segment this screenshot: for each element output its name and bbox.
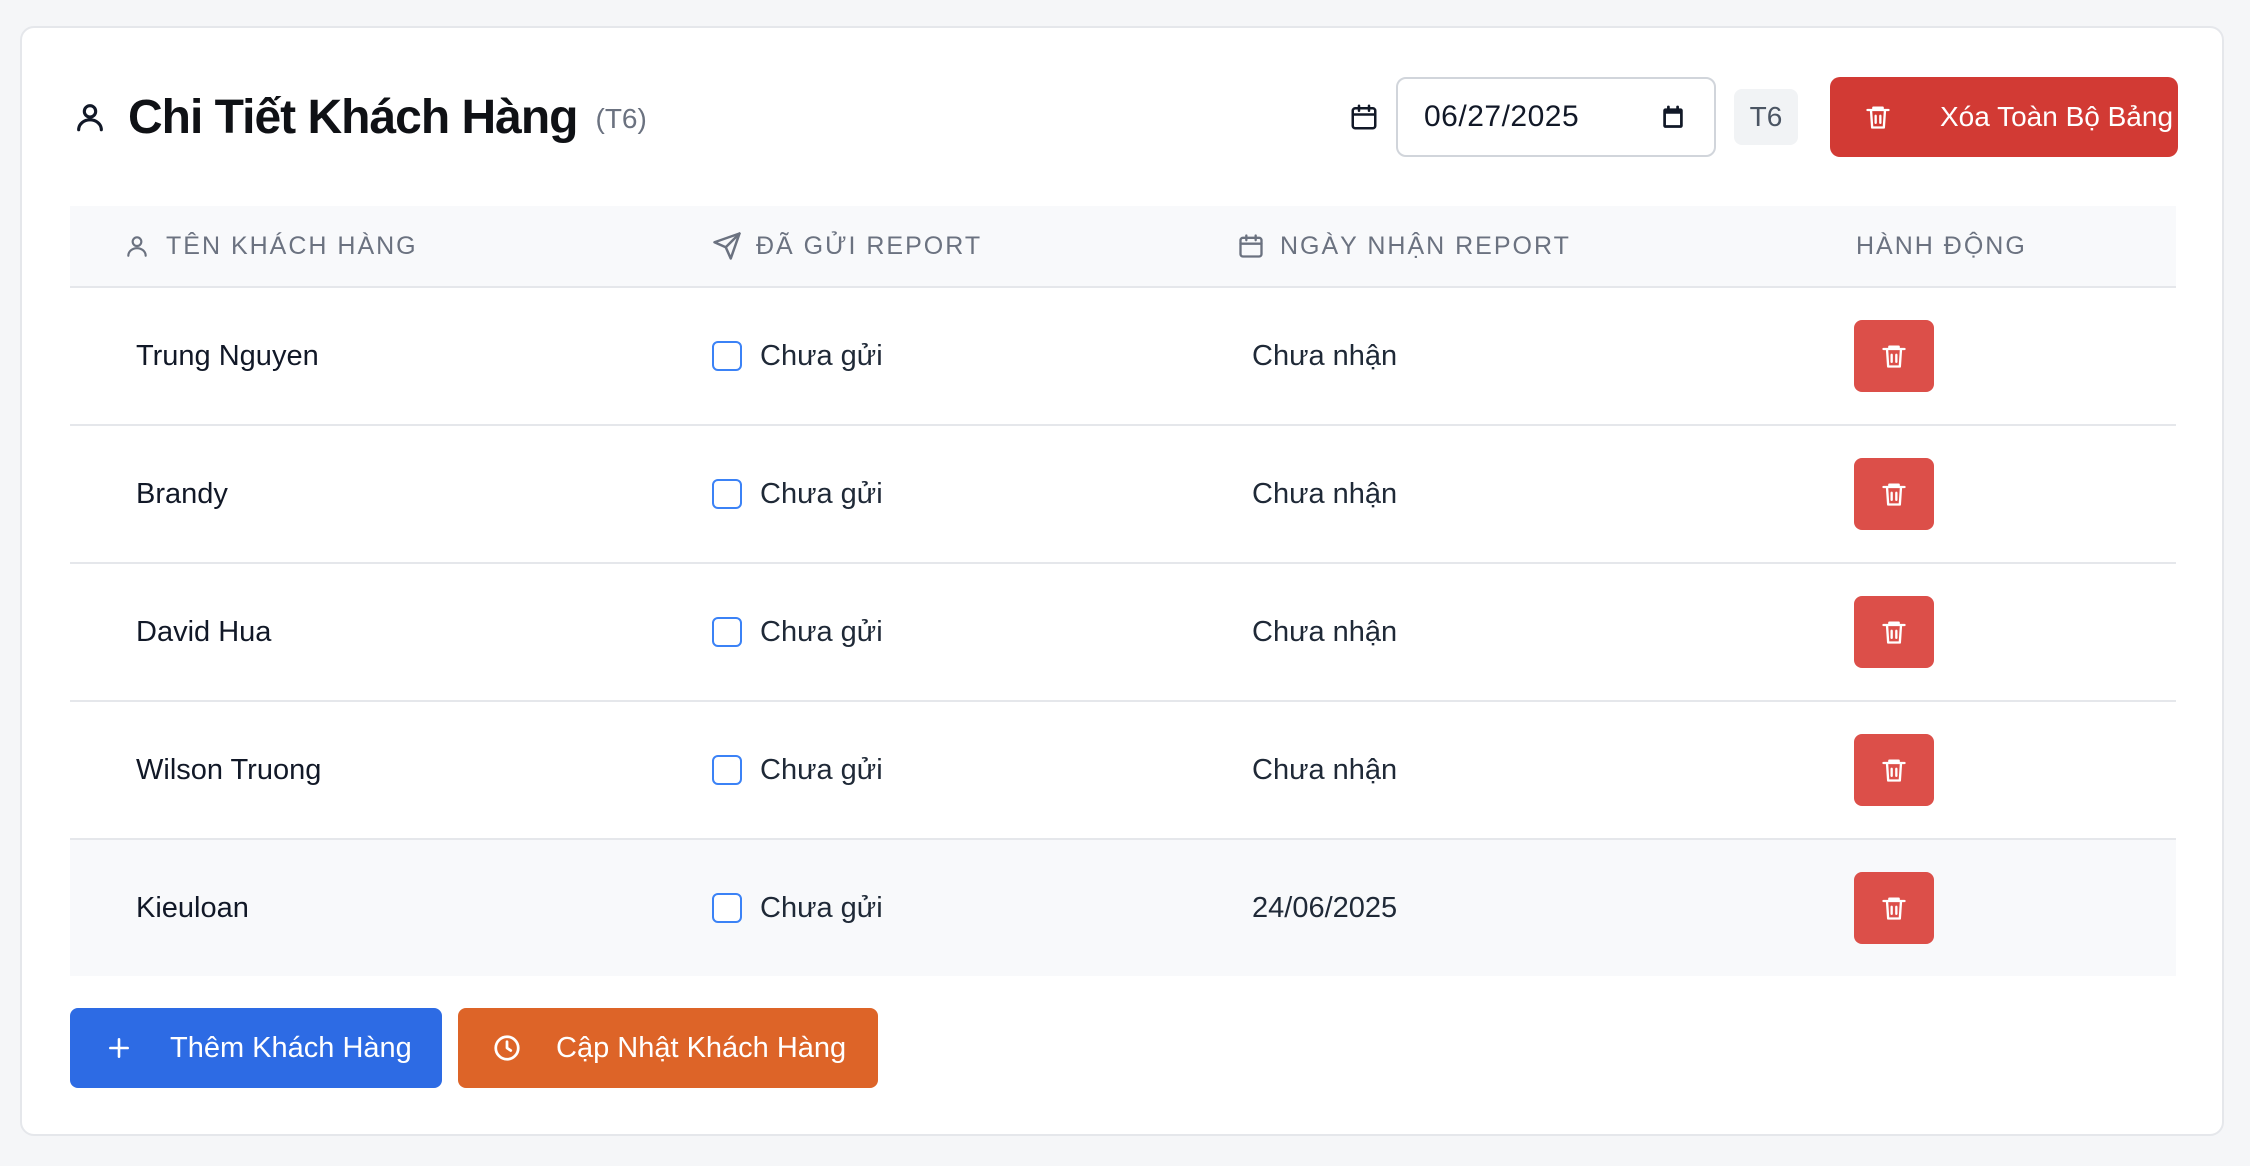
- trash-icon: [1882, 621, 1906, 644]
- sent-checkbox[interactable]: [712, 479, 742, 509]
- add-customer-button[interactable]: Thêm Khách Hàng: [70, 1008, 442, 1088]
- footer-actions: Thêm Khách Hàng Cập Nhật Khách Hàng: [70, 1008, 878, 1088]
- customer-detail-card: Chi Tiết Khách Hàng (T6) 06/27/2025 T6 X…: [20, 26, 2224, 1136]
- column-header-actions: HÀNH ĐỘNG: [1856, 232, 2027, 261]
- column-header-actions-label: HÀNH ĐỘNG: [1856, 231, 2027, 260]
- column-header-sent: ĐÃ GỬI REPORT: [712, 231, 982, 261]
- table-row: Brandy Chưa gửi Chưa nhận: [70, 426, 2176, 564]
- date-value: 06/27/2025: [1424, 100, 1580, 133]
- column-header-received-label: NGÀY NHẬN REPORT: [1280, 231, 1571, 260]
- trash-icon: [1862, 101, 1894, 133]
- send-icon: [712, 231, 742, 261]
- sent-status-label: Chưa gửi: [760, 615, 883, 648]
- sent-status: Chưa gửi: [712, 892, 883, 925]
- table-row: David Hua Chưa gửi Chưa nhận: [70, 564, 2176, 702]
- sent-checkbox[interactable]: [712, 617, 742, 647]
- user-icon: [122, 231, 152, 261]
- customer-name: Brandy: [136, 477, 228, 510]
- page-title: Chi Tiết Khách Hàng: [128, 90, 578, 144]
- column-header-received: NGÀY NHẬN REPORT: [1236, 231, 1571, 261]
- trash-icon: [1882, 897, 1906, 920]
- delete-row-button[interactable]: [1854, 872, 1934, 944]
- delete-row-button[interactable]: [1854, 320, 1934, 392]
- delete-row-button[interactable]: [1854, 734, 1934, 806]
- page-subtitle: (T6): [595, 103, 647, 134]
- customer-name: Kieuloan: [136, 891, 249, 924]
- sent-checkbox[interactable]: [712, 893, 742, 923]
- received-date: Chưa nhận: [1252, 753, 1398, 786]
- clock-icon: [490, 1031, 524, 1065]
- sent-checkbox[interactable]: [712, 755, 742, 785]
- trash-icon: [1882, 345, 1906, 368]
- customer-name: Trung Nguyen: [136, 339, 319, 372]
- table-row: Wilson Truong Chưa gửi Chưa nhận: [70, 702, 2176, 840]
- sent-status-label: Chưa gửi: [760, 891, 883, 924]
- customer-table: TÊN KHÁCH HÀNG ĐÃ GỬI REPORT NGÀY NHẬN R…: [70, 206, 2176, 976]
- received-date: Chưa nhận: [1252, 615, 1398, 648]
- trash-icon: [1882, 759, 1906, 782]
- calendar-icon: [1236, 231, 1266, 261]
- calendar-icon: [1346, 99, 1382, 135]
- customer-name: Wilson Truong: [136, 753, 322, 786]
- delete-row-button[interactable]: [1854, 596, 1934, 668]
- sent-status: Chưa gửi: [712, 340, 883, 373]
- add-customer-label: Thêm Khách Hàng: [170, 1031, 412, 1064]
- table-row: Kieuloan Chưa gửi 24/06/2025: [70, 840, 2176, 976]
- column-header-name: TÊN KHÁCH HÀNG: [122, 231, 418, 261]
- table-row: Trung Nguyen Chưa gửi Chưa nhận: [70, 288, 2176, 426]
- sent-status: Chưa gửi: [712, 754, 883, 787]
- user-icon: [70, 97, 110, 137]
- received-date: 24/06/2025: [1252, 891, 1398, 924]
- sent-status: Chưa gửi: [712, 616, 883, 649]
- date-picker-icon[interactable]: [1658, 102, 1688, 132]
- column-header-name-label: TÊN KHÁCH HÀNG: [166, 231, 418, 260]
- customer-name: David Hua: [136, 615, 272, 648]
- table-header: TÊN KHÁCH HÀNG ĐÃ GỬI REPORT NGÀY NHẬN R…: [70, 206, 2176, 288]
- plus-icon: [104, 1033, 134, 1063]
- header-controls: 06/27/2025 T6 Xóa Toàn Bộ Bảng: [1346, 76, 2178, 158]
- period-badge: T6: [1734, 89, 1798, 145]
- date-input[interactable]: 06/27/2025: [1396, 77, 1716, 157]
- sent-status-label: Chưa gửi: [760, 753, 883, 786]
- trash-icon: [1882, 483, 1906, 506]
- sent-status-label: Chưa gửi: [760, 477, 883, 510]
- update-customer-button[interactable]: Cập Nhật Khách Hàng: [458, 1008, 878, 1088]
- delete-row-button[interactable]: [1854, 458, 1934, 530]
- sent-status-label: Chưa gửi: [760, 339, 883, 372]
- clear-all-label: Xóa Toàn Bộ Bảng: [1940, 101, 2174, 132]
- received-date: Chưa nhận: [1252, 477, 1398, 510]
- update-customer-label: Cập Nhật Khách Hàng: [556, 1031, 847, 1064]
- received-date: Chưa nhận: [1252, 339, 1398, 372]
- sent-checkbox[interactable]: [712, 341, 742, 371]
- clear-all-button[interactable]: Xóa Toàn Bộ Bảng: [1830, 77, 2178, 157]
- sent-status: Chưa gửi: [712, 478, 883, 511]
- column-header-sent-label: ĐÃ GỬI REPORT: [756, 231, 983, 260]
- header: Chi Tiết Khách Hàng (T6) 06/27/2025 T6 X…: [70, 76, 2178, 158]
